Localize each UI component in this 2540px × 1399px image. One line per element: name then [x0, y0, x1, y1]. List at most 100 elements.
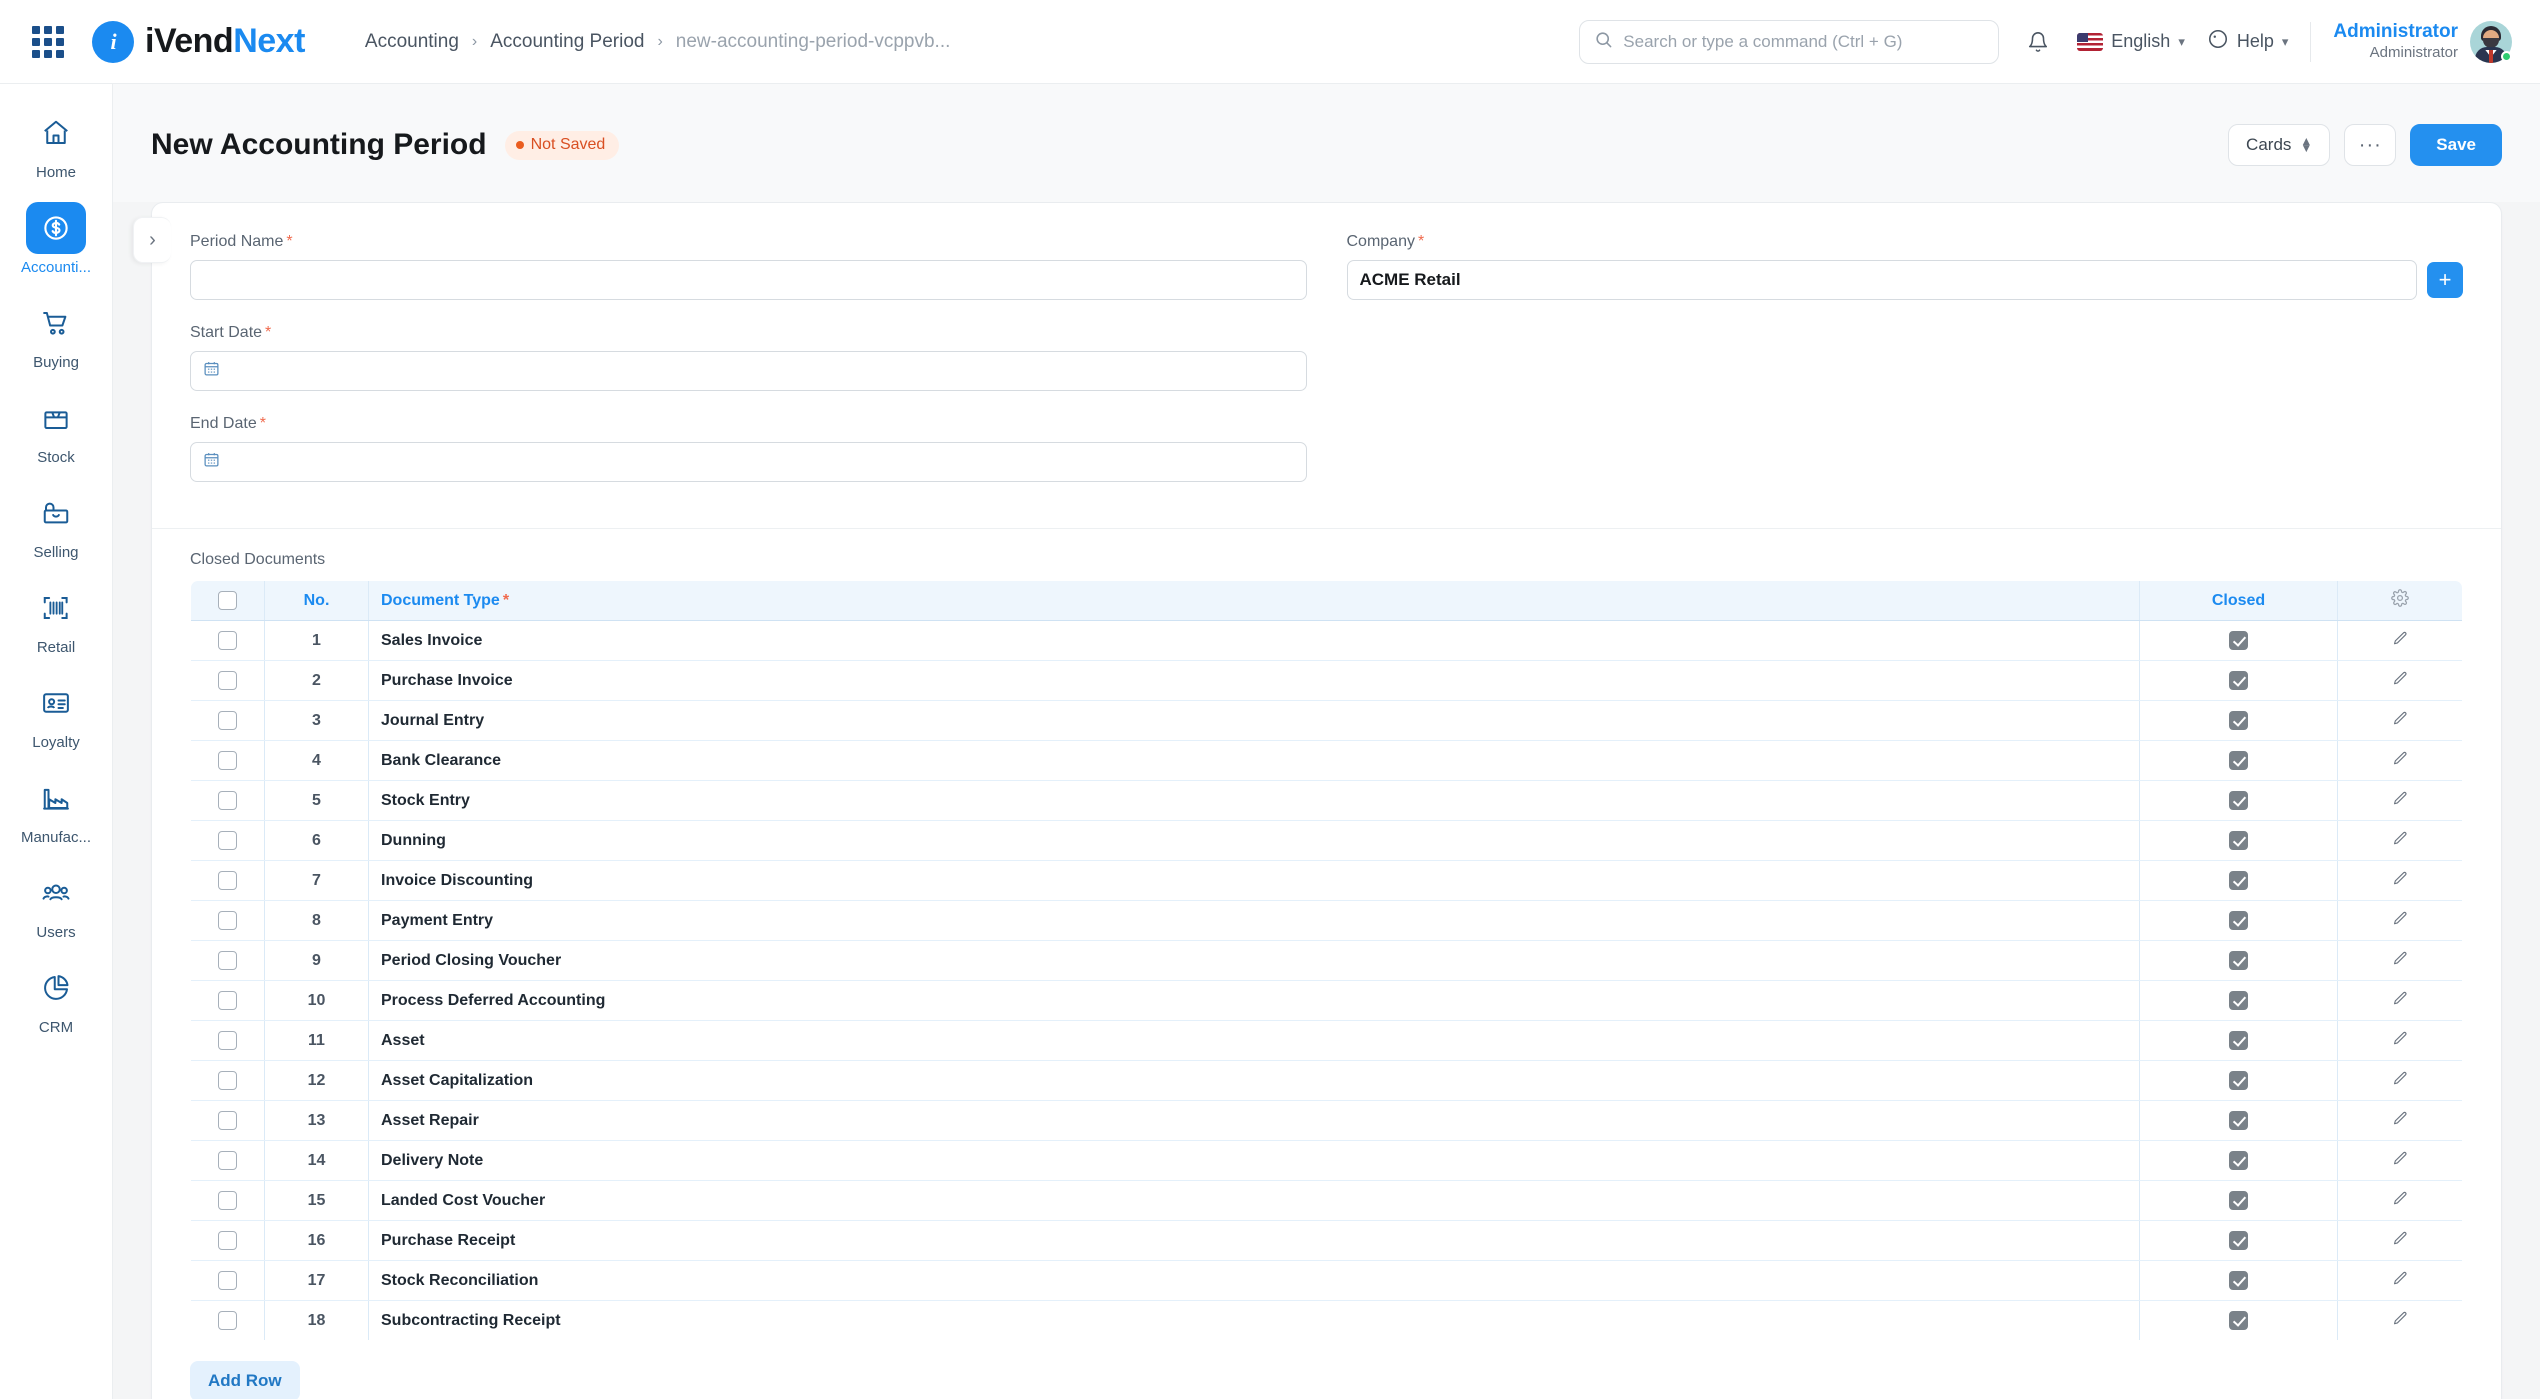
apps-grid-icon[interactable]: [30, 24, 66, 60]
row-closed-checkbox[interactable]: [2229, 871, 2248, 891]
edit-pencil-icon[interactable]: [2392, 1030, 2409, 1047]
row-closed-checkbox[interactable]: [2229, 751, 2248, 771]
row-select-checkbox[interactable]: [218, 1111, 237, 1131]
sidebar-item-buying[interactable]: Buying: [0, 288, 112, 377]
sidebar-item-stock[interactable]: Stock: [0, 383, 112, 472]
edit-pencil-icon[interactable]: [2392, 1190, 2409, 1207]
table-row[interactable]: 16 Purchase Receipt: [191, 1220, 2462, 1262]
edit-pencil-icon[interactable]: [2392, 910, 2409, 927]
row-closed-checkbox[interactable]: [2229, 1111, 2248, 1131]
notifications-bell-icon[interactable]: [2021, 25, 2055, 59]
row-select-checkbox[interactable]: [218, 991, 237, 1011]
table-row[interactable]: 9 Period Closing Voucher: [191, 940, 2462, 982]
brand-logo[interactable]: i iVendNext: [92, 20, 305, 63]
save-button[interactable]: Save: [2410, 124, 2502, 167]
row-closed-checkbox[interactable]: [2229, 1151, 2248, 1171]
row-closed-checkbox[interactable]: [2229, 991, 2248, 1011]
row-closed-checkbox[interactable]: [2229, 1271, 2248, 1291]
row-document-type-cell[interactable]: Payment Entry: [368, 900, 2140, 942]
edit-pencil-icon[interactable]: [2392, 1070, 2409, 1087]
table-row[interactable]: 17 Stock Reconciliation: [191, 1260, 2462, 1302]
row-select-checkbox[interactable]: [218, 911, 237, 931]
breadcrumb-item-accounting[interactable]: Accounting: [365, 31, 459, 53]
edit-pencil-icon[interactable]: [2392, 630, 2409, 647]
row-select-checkbox[interactable]: [218, 1271, 237, 1291]
row-select-checkbox[interactable]: [218, 1191, 237, 1211]
table-row[interactable]: 1 Sales Invoice: [191, 620, 2462, 662]
row-closed-checkbox[interactable]: [2229, 1311, 2248, 1331]
add-company-button[interactable]: +: [2427, 262, 2463, 299]
row-select-checkbox[interactable]: [218, 1151, 237, 1171]
user-menu[interactable]: Administrator Administrator: [2333, 20, 2512, 63]
row-document-type-cell[interactable]: Process Deferred Accounting: [368, 980, 2140, 1022]
row-select-checkbox[interactable]: [218, 871, 237, 891]
edit-pencil-icon[interactable]: [2392, 950, 2409, 967]
column-header-closed[interactable]: Closed: [2139, 581, 2338, 622]
table-row[interactable]: 11 Asset: [191, 1020, 2462, 1062]
row-closed-checkbox[interactable]: [2229, 911, 2248, 931]
row-document-type-cell[interactable]: Subcontracting Receipt: [368, 1300, 2140, 1341]
search-input[interactable]: Search or type a command (Ctrl + G): [1579, 19, 2000, 64]
table-row[interactable]: 6 Dunning: [191, 820, 2462, 862]
table-row[interactable]: 10 Process Deferred Accounting: [191, 980, 2462, 1022]
edit-pencil-icon[interactable]: [2392, 750, 2409, 767]
column-header-no[interactable]: No.: [264, 581, 369, 622]
row-closed-checkbox[interactable]: [2229, 831, 2248, 851]
table-row[interactable]: 7 Invoice Discounting: [191, 860, 2462, 902]
breadcrumb-item-accounting-period[interactable]: Accounting Period: [490, 31, 644, 53]
sidebar-item-loyalty[interactable]: Loyalty: [0, 668, 112, 757]
row-select-checkbox[interactable]: [218, 671, 237, 691]
row-select-checkbox[interactable]: [218, 1031, 237, 1051]
add-row-button[interactable]: Add Row: [190, 1361, 300, 1399]
start-date-input[interactable]: [190, 351, 1307, 392]
row-document-type-cell[interactable]: Stock Reconciliation: [368, 1260, 2140, 1302]
row-closed-checkbox[interactable]: [2229, 671, 2248, 691]
row-closed-checkbox[interactable]: [2229, 1231, 2248, 1251]
end-date-input[interactable]: [190, 442, 1307, 483]
row-document-type-cell[interactable]: Period Closing Voucher: [368, 940, 2140, 982]
page-scroll-area[interactable]: › Period Name * Start Date * End Date * …: [113, 202, 2540, 1399]
edit-pencil-icon[interactable]: [2392, 670, 2409, 687]
help-menu[interactable]: Help ▾: [2207, 28, 2288, 55]
sidebar-item-users[interactable]: Users: [0, 858, 112, 947]
edit-pencil-icon[interactable]: [2392, 1110, 2409, 1127]
row-closed-checkbox[interactable]: [2229, 951, 2248, 971]
collapse-section-toggle[interactable]: ›: [133, 217, 171, 264]
table-row[interactable]: 12 Asset Capitalization: [191, 1060, 2462, 1102]
sidebar-item-selling[interactable]: Selling: [0, 478, 112, 567]
row-document-type-cell[interactable]: Asset: [368, 1020, 2140, 1062]
row-document-type-cell[interactable]: Purchase Receipt: [368, 1220, 2140, 1262]
row-document-type-cell[interactable]: Asset Capitalization: [368, 1060, 2140, 1102]
row-closed-checkbox[interactable]: [2229, 791, 2248, 811]
table-row[interactable]: 3 Journal Entry: [191, 700, 2462, 742]
table-row[interactable]: 5 Stock Entry: [191, 780, 2462, 822]
edit-pencil-icon[interactable]: [2392, 1270, 2409, 1287]
edit-pencil-icon[interactable]: [2392, 830, 2409, 847]
edit-pencil-icon[interactable]: [2392, 990, 2409, 1007]
sidebar-item-retail[interactable]: Retail: [0, 573, 112, 662]
edit-pencil-icon[interactable]: [2392, 1230, 2409, 1247]
sidebar-item-manufacturing[interactable]: Manufac...: [0, 763, 112, 852]
column-header-document-type[interactable]: Document Type *: [368, 581, 2140, 622]
edit-pencil-icon[interactable]: [2392, 790, 2409, 807]
row-select-checkbox[interactable]: [218, 1071, 237, 1091]
row-document-type-cell[interactable]: Invoice Discounting: [368, 860, 2140, 902]
row-select-checkbox[interactable]: [218, 1231, 237, 1251]
row-document-type-cell[interactable]: Journal Entry: [368, 700, 2140, 742]
table-row[interactable]: 4 Bank Clearance: [191, 740, 2462, 782]
period-name-input[interactable]: [190, 260, 1307, 301]
select-all-checkbox[interactable]: [218, 591, 237, 611]
edit-pencil-icon[interactable]: [2392, 870, 2409, 887]
row-document-type-cell[interactable]: Bank Clearance: [368, 740, 2140, 782]
row-document-type-cell[interactable]: Purchase Invoice: [368, 660, 2140, 702]
edit-pencil-icon[interactable]: [2392, 1310, 2409, 1327]
language-selector[interactable]: English ▾: [2077, 31, 2185, 52]
row-select-checkbox[interactable]: [218, 711, 237, 731]
row-closed-checkbox[interactable]: [2229, 711, 2248, 731]
row-select-checkbox[interactable]: [218, 791, 237, 811]
row-document-type-cell[interactable]: Stock Entry: [368, 780, 2140, 822]
row-document-type-cell[interactable]: Asset Repair: [368, 1100, 2140, 1142]
row-document-type-cell[interactable]: Dunning: [368, 820, 2140, 862]
sidebar-item-accounting[interactable]: Accounti...: [0, 193, 112, 282]
more-options-button[interactable]: ···: [2344, 124, 2397, 167]
